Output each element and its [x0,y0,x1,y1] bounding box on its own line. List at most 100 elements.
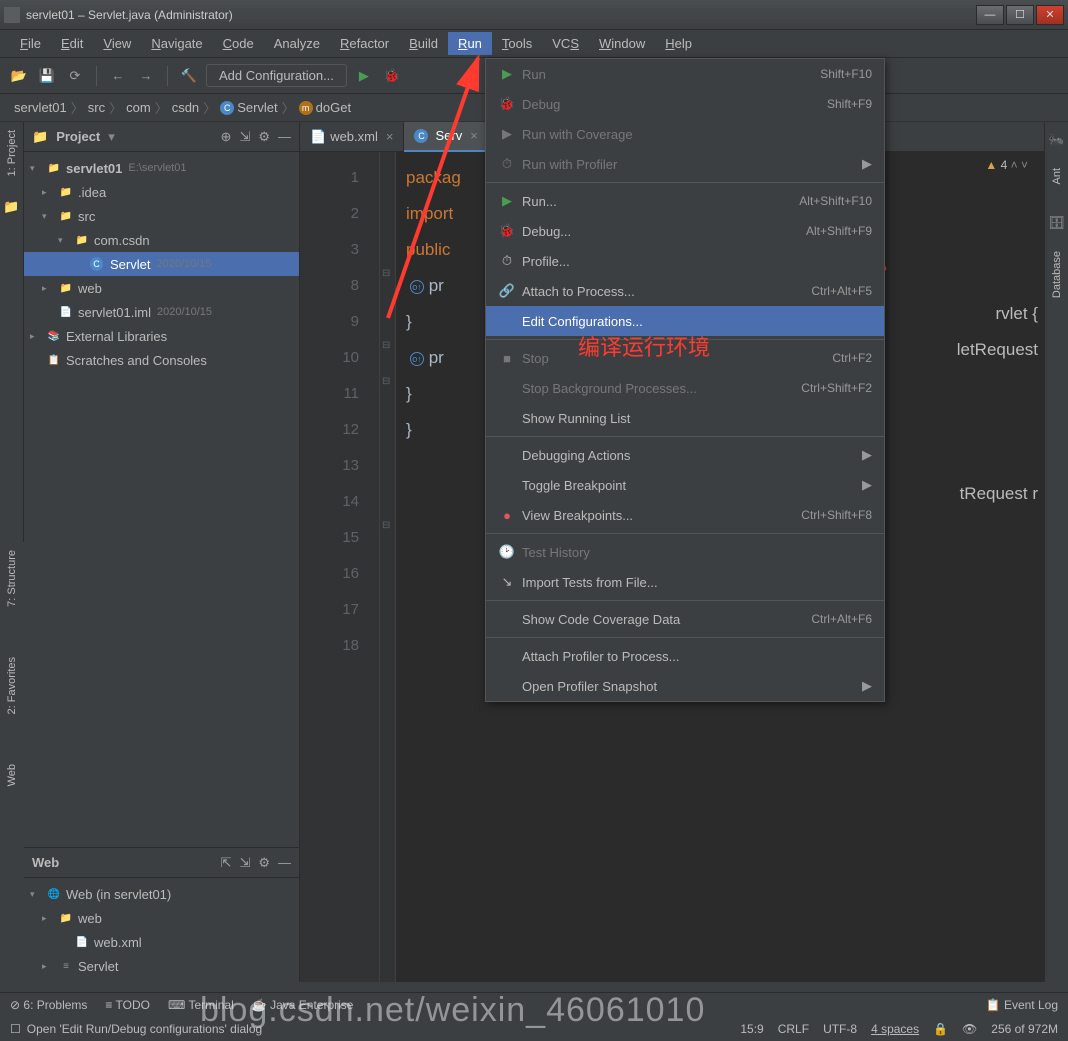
open-icon[interactable]: 📂 [8,65,30,87]
tree-item-web[interactable]: ▸📁web [24,906,299,930]
hide-icon[interactable]: — [278,129,291,145]
run-icon[interactable]: ▶ [353,65,375,87]
crumb-csdn[interactable]: csdn [168,100,203,115]
status-java-enterprise[interactable]: ☕ Java Enterprise [252,998,354,1012]
forward-icon[interactable]: → [135,65,157,87]
menu-edit[interactable]: Edit [51,32,93,55]
tree-item-web--in-servlet01-[interactable]: ▾🌐Web (in servlet01) [24,882,299,906]
menu-build[interactable]: Build [399,32,448,55]
statusbar: ⊘ 6: Problems ≡ TODO ⌨ Terminal ☕ Java E… [0,992,1068,1040]
tab-web-xml[interactable]: 📄web.xml× [300,122,404,152]
save-icon[interactable]: 💾 [36,65,58,87]
tree-item-external-libraries[interactable]: ▸📚External Libraries [24,324,299,348]
crumb-servlet[interactable]: CServlet [216,100,281,116]
web-tree[interactable]: ▾🌐Web (in servlet01)▸📁web📄web.xml▸≡Servl… [24,878,299,982]
memory-indicator[interactable]: 256 of 972M [991,1022,1058,1036]
hide-icon[interactable]: — [278,855,291,871]
collapse-icon[interactable]: ⇲ [239,855,250,871]
encoding[interactable]: UTF-8 [823,1022,857,1036]
inspection-eye-icon[interactable]: 👁 [962,1022,977,1036]
close-button[interactable]: ✕ [1036,5,1064,25]
project-sidebar: 📁 Project ▾ ⊕ ⇲ ⚙ — ▾📁servlet01E:\servle… [24,122,300,982]
menu-item-stop-background-processes---: Stop Background Processes...Ctrl+Shift+F… [486,373,884,403]
tree-item-web-xml[interactable]: 📄web.xml [24,930,299,954]
rail-favorites[interactable]: 2: Favorites [6,657,18,714]
menu-item-view-breakpoints---[interactable]: ●View Breakpoints...Ctrl+Shift+F8 [486,500,884,530]
menu-run[interactable]: Run [448,32,492,55]
crumb-servlet01[interactable]: servlet01 [10,100,71,115]
refresh-icon[interactable]: ⟳ [64,65,86,87]
minimize-button[interactable]: — [976,5,1004,25]
debug-icon[interactable]: 🐞 [381,65,403,87]
menu-file[interactable]: File [10,32,51,55]
event-log[interactable]: 📋 Event Log [986,998,1058,1012]
indent[interactable]: 4 spaces [871,1022,919,1036]
rail-database[interactable]: Database [1051,251,1063,298]
status-todo[interactable]: ≡ TODO [105,998,150,1012]
menu-item-open-profiler-snapshot[interactable]: Open Profiler Snapshot▶ [486,671,884,701]
tree-item-web[interactable]: ▸📁web [24,276,299,300]
inspection-badge[interactable]: ▲ 4 ˄ ˅ [985,158,1028,172]
menu-analyze[interactable]: Analyze [264,32,330,55]
menu-item-profile---[interactable]: ⏱Profile... [486,246,884,276]
menu-item-attach-profiler-to-process---[interactable]: Attach Profiler to Process... [486,641,884,671]
project-tree[interactable]: ▾📁servlet01E:\servlet01▸📁.idea▾📁src▾📁com… [24,152,299,847]
fold-gutter[interactable]: ⊟⊟⊟⊟ [380,152,396,982]
menu-item-debugging-actions[interactable]: Debugging Actions▶ [486,440,884,470]
menu-window[interactable]: Window [589,32,655,55]
status-problems[interactable]: ⊘ 6: Problems [10,998,87,1012]
window-controls: — ☐ ✕ [976,5,1064,25]
expand-icon[interactable]: ⇱ [221,855,232,871]
menu-item-debug---[interactable]: 🐞Debug...Alt+Shift+F9 [486,216,884,246]
rail-structure[interactable]: 7: Structure [6,550,18,607]
menu-item-import-tests-from-file---[interactable]: ↘Import Tests from File... [486,567,884,597]
rail-folder-icon[interactable]: 📁 [1,196,23,218]
menu-item-show-running-list[interactable]: Show Running List [486,403,884,433]
menu-item-run---[interactable]: ▶Run...Alt+Shift+F10 [486,186,884,216]
crumb-src[interactable]: src [84,100,109,115]
menu-navigate[interactable]: Navigate [141,32,212,55]
crumb-doget[interactable]: mdoGet [295,100,355,116]
tree-item-servlet[interactable]: ▸≡Servlet [24,954,299,978]
lock-icon[interactable]: 🔒 [933,1022,948,1036]
database-icon[interactable]: 🗄 [1048,215,1065,231]
run-config-selector[interactable]: Add Configuration... [206,64,347,87]
rail-project[interactable]: 1: Project [6,130,18,176]
rail-ant[interactable]: Ant [1051,168,1063,185]
menu-view[interactable]: View [93,32,141,55]
line-separator[interactable]: CRLF [778,1022,809,1036]
code-content[interactable]: packagimportpublico↑ pr }o↑ pr }} [396,152,471,982]
ant-icon[interactable]: 🐜 [1048,132,1064,148]
menu-tools[interactable]: Tools [492,32,542,55]
tree-item-scratches-and-consoles[interactable]: 📋Scratches and Consoles [24,348,299,372]
menu-item-stop: ■StopCtrl+F2 [486,343,884,373]
back-icon[interactable]: ← [107,65,129,87]
menu-refactor[interactable]: Refactor [330,32,399,55]
tree-item-servlet[interactable]: CServlet2020/10/15 [24,252,299,276]
menu-item-attach-to-process---[interactable]: 🔗Attach to Process...Ctrl+Alt+F5 [486,276,884,306]
menu-item-toggle-breakpoint[interactable]: Toggle Breakpoint▶ [486,470,884,500]
maximize-button[interactable]: ☐ [1006,5,1034,25]
target-icon[interactable]: ⊕ [221,129,232,145]
cursor-position[interactable]: 15:9 [740,1022,763,1036]
rail-web[interactable]: Web [6,764,18,786]
tab-serv[interactable]: CServ× [404,122,488,152]
crumb-com[interactable]: com [122,100,155,115]
run-menu-dropdown[interactable]: ▶RunShift+F10🐞DebugShift+F9▶Run with Cov… [485,58,885,702]
status-terminal[interactable]: ⌨ Terminal [168,998,234,1012]
settings-icon[interactable]: ⚙ [258,855,270,871]
build-icon[interactable]: 🔨 [178,65,200,87]
menu-code[interactable]: Code [213,32,264,55]
settings-icon[interactable]: ⚙ [258,129,270,145]
tree-item--idea[interactable]: ▸📁.idea [24,180,299,204]
menu-item-edit-configurations---[interactable]: Edit Configurations... [486,306,884,336]
tree-item-com-csdn[interactable]: ▾📁com.csdn [24,228,299,252]
tree-item-servlet01[interactable]: ▾📁servlet01E:\servlet01 [24,156,299,180]
line-gutter: 12389101112131415161718 [300,152,380,982]
collapse-icon[interactable]: ⇲ [239,129,250,145]
menu-vcs[interactable]: VCS [542,32,589,55]
tree-item-src[interactable]: ▾📁src [24,204,299,228]
tree-item-servlet01-iml[interactable]: 📄servlet01.iml2020/10/15 [24,300,299,324]
menu-help[interactable]: Help [655,32,702,55]
menu-item-show-code-coverage-data[interactable]: Show Code Coverage DataCtrl+Alt+F6 [486,604,884,634]
